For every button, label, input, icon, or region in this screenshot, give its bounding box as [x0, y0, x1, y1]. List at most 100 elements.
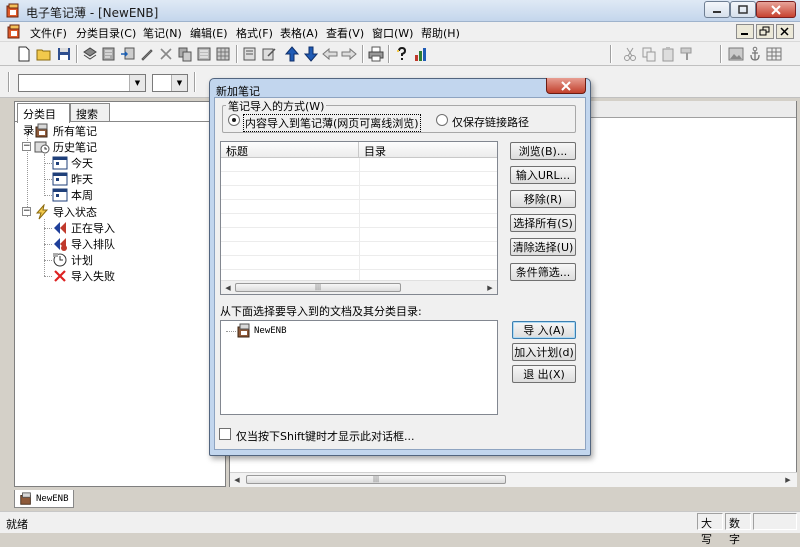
- delete-x-icon[interactable]: [158, 46, 174, 62]
- note-list-header[interactable]: [590, 101, 796, 118]
- select-all-button[interactable]: 选择所有(S): [510, 214, 576, 232]
- insert-table-icon[interactable]: [766, 46, 782, 62]
- scroll-right-icon[interactable]: ▶: [781, 473, 795, 486]
- menu-format[interactable]: 格式(F): [236, 25, 273, 41]
- print-icon[interactable]: [368, 46, 384, 62]
- tree-item-importing[interactable]: 正在导入: [52, 220, 115, 236]
- filter-button[interactable]: 条件筛选...: [510, 263, 576, 281]
- tree-item-history[interactable]: 历史笔记: [34, 139, 97, 155]
- scrollbar-thumb[interactable]: |||: [246, 475, 506, 484]
- remove-button[interactable]: 移除(R): [510, 190, 576, 208]
- tab-category[interactable]: 分类目录: [17, 103, 70, 137]
- menu-note[interactable]: 笔记(N): [143, 25, 182, 41]
- collapse-toggle[interactable]: −: [22, 142, 31, 151]
- move-up-icon[interactable]: [284, 46, 300, 62]
- list-row[interactable]: [221, 200, 497, 214]
- font-size-combo[interactable]: ▼: [152, 74, 188, 92]
- list-row[interactable]: [221, 214, 497, 228]
- open-folder-icon[interactable]: [36, 46, 52, 62]
- forward-arrow-icon[interactable]: [341, 46, 357, 62]
- copy-icon[interactable]: [177, 46, 193, 62]
- save-icon[interactable]: [56, 46, 72, 62]
- exit-button[interactable]: 退 出(X): [512, 365, 576, 383]
- paste-icon[interactable]: [660, 46, 676, 62]
- list-horizontal-scrollbar[interactable]: ◀ ||| ▶: [221, 280, 497, 294]
- radio-content-import-label[interactable]: 内容导入到笔记薄(网页可离线浏览): [243, 114, 421, 132]
- maximize-button[interactable]: [730, 1, 756, 18]
- format-paint-icon[interactable]: [679, 46, 695, 62]
- document-notebook-icon[interactable]: [6, 24, 22, 40]
- target-document-node[interactable]: NewENB: [236, 323, 287, 339]
- import-button[interactable]: 导 入(A): [512, 321, 576, 339]
- list-row[interactable]: [221, 228, 497, 242]
- properties-icon[interactable]: [196, 46, 212, 62]
- list-row[interactable]: [221, 172, 497, 186]
- tree-item-yesterday[interactable]: 昨天: [52, 171, 93, 187]
- statistics-icon[interactable]: [413, 46, 429, 62]
- new-file-icon[interactable]: [16, 46, 32, 62]
- tree-item-today[interactable]: 今天: [52, 155, 93, 171]
- radio-content-import[interactable]: [228, 114, 240, 126]
- column-header-title[interactable]: 标题: [221, 142, 359, 158]
- minimize-button[interactable]: [704, 1, 730, 18]
- copy-text-icon[interactable]: [641, 46, 657, 62]
- tree-item-import-status[interactable]: 导入状态: [34, 204, 97, 220]
- cut-icon[interactable]: [622, 46, 638, 62]
- horizontal-scrollbar[interactable]: ◀ ||| ▶: [230, 472, 797, 487]
- column-header-folder[interactable]: 目录: [359, 142, 497, 158]
- add-schedule-button[interactable]: 加入计划(d): [512, 343, 576, 361]
- menu-edit[interactable]: 编辑(E): [190, 25, 228, 41]
- clear-selection-button[interactable]: 清除选择(U): [510, 238, 576, 256]
- radio-link-only[interactable]: [436, 114, 448, 126]
- dialog-close-button[interactable]: [546, 78, 586, 94]
- menu-category[interactable]: 分类目录(C): [76, 25, 136, 41]
- menu-file[interactable]: 文件(F): [30, 25, 67, 41]
- grid-icon[interactable]: [215, 46, 231, 62]
- pencil-icon[interactable]: [139, 46, 155, 62]
- edit-note-icon[interactable]: [261, 46, 277, 62]
- tree-item-this-week[interactable]: 本周: [52, 187, 93, 203]
- note-list-icon[interactable]: [242, 46, 258, 62]
- menu-window[interactable]: 窗口(W): [372, 25, 413, 41]
- list-row[interactable]: [221, 158, 497, 172]
- chevron-down-icon[interactable]: ▼: [171, 75, 187, 91]
- scroll-right-icon[interactable]: ▶: [483, 281, 497, 294]
- tree-item-queued[interactable]: 导入排队: [52, 236, 115, 252]
- help-question-icon[interactable]: [394, 46, 410, 62]
- browse-button[interactable]: 浏览(B)...: [510, 142, 576, 160]
- collapse-toggle[interactable]: −: [22, 207, 31, 216]
- document-tab[interactable]: NewENB: [14, 490, 74, 508]
- app-notebook-icon[interactable]: [5, 3, 21, 19]
- new-note-icon[interactable]: [101, 46, 117, 62]
- insert-image-icon[interactable]: [728, 46, 744, 62]
- scroll-left-icon[interactable]: ◀: [221, 281, 235, 294]
- radio-link-only-label[interactable]: 仅保存链接路径: [452, 114, 529, 130]
- category-icon[interactable]: [82, 46, 98, 62]
- chevron-down-icon[interactable]: ▼: [129, 75, 145, 91]
- tree-item-failed[interactable]: 导入失败: [52, 268, 115, 284]
- close-button[interactable]: [756, 1, 796, 18]
- tree-item-scheduled[interactable]: 计划: [52, 252, 93, 268]
- import-note-icon[interactable]: [120, 46, 136, 62]
- anchor-icon[interactable]: [747, 46, 763, 62]
- tab-search[interactable]: 搜索: [70, 103, 110, 122]
- menu-view[interactable]: 查看(V): [326, 25, 364, 41]
- input-url-button[interactable]: 输入URL...: [510, 166, 576, 184]
- menu-table[interactable]: 表格(A): [280, 25, 318, 41]
- back-arrow-icon[interactable]: [322, 46, 338, 62]
- shift-only-checkbox-label[interactable]: 仅当按下Shift键时才显示此对话框...: [236, 428, 415, 444]
- import-file-list[interactable]: 标题 目录 ◀ ||| ▶: [220, 141, 498, 295]
- menu-help[interactable]: 帮助(H): [421, 25, 460, 41]
- list-row[interactable]: [221, 242, 497, 256]
- shift-only-checkbox[interactable]: [219, 428, 231, 440]
- mdi-close-button[interactable]: [776, 24, 794, 39]
- tree-item-all-notes[interactable]: 所有笔记: [34, 123, 97, 139]
- font-name-combo[interactable]: ▼: [18, 74, 146, 92]
- scrollbar-thumb[interactable]: |||: [235, 283, 401, 292]
- mdi-restore-button[interactable]: [756, 24, 774, 39]
- list-row[interactable]: [221, 256, 497, 270]
- scroll-left-icon[interactable]: ◀: [230, 473, 244, 486]
- list-row[interactable]: [221, 186, 497, 200]
- mdi-minimize-button[interactable]: [736, 24, 754, 39]
- move-down-icon[interactable]: [303, 46, 319, 62]
